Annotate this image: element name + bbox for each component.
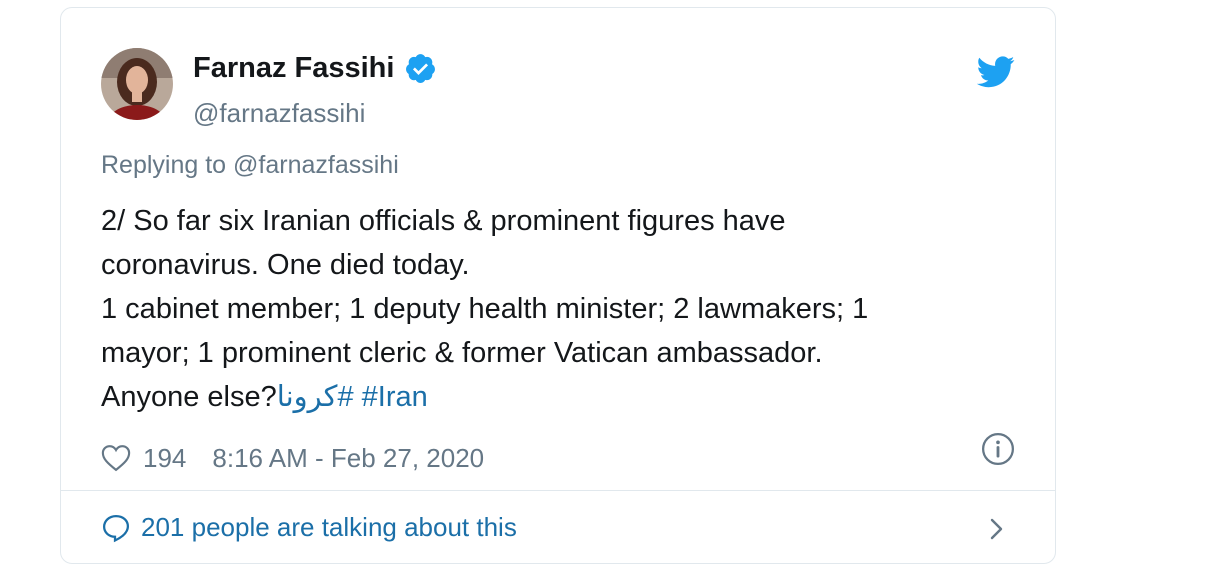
author-display-name[interactable]: Farnaz Fassihi: [193, 52, 394, 85]
hashtag-link[interactable]: #Iran: [362, 381, 428, 413]
tweet-text-line: coronavirus. One died today.: [101, 249, 470, 281]
timestamp-link[interactable]: 8:16 AM - Feb 27, 2020: [212, 443, 484, 474]
replying-to: Replying to @farnazfassihi: [101, 151, 399, 180]
tweet-text-line: mayor; 1 prominent cleric & former Vatic…: [101, 337, 823, 369]
divider: [61, 490, 1055, 491]
info-icon[interactable]: [981, 432, 1015, 466]
avatar[interactable]: [101, 48, 173, 120]
conversation-link[interactable]: 201 people are talking about this: [101, 512, 517, 543]
talking-about-count: 201 people are talking about this: [141, 512, 517, 542]
chevron-right-icon[interactable]: [985, 514, 1009, 544]
tweet-text-tail: Anyone else?: [101, 381, 277, 413]
tweet-text: 2/ So far six Iranian officials & promin…: [101, 199, 981, 419]
hashtag-link[interactable]: #كرونا: [277, 381, 354, 413]
author-name-row: Farnaz Fassihi: [193, 52, 437, 85]
tweet-text-line: 1 cabinet member; 1 deputy health minist…: [101, 293, 869, 325]
tweet-text-line-last: Anyone else?#كرونا #Iran: [101, 375, 981, 419]
twitter-bird-icon[interactable]: [976, 56, 1015, 88]
verified-badge-icon: [404, 52, 437, 85]
like-button[interactable]: 194: [101, 443, 212, 474]
replying-to-mention[interactable]: @farnazfassihi: [233, 151, 399, 179]
speech-bubble-icon: [102, 514, 130, 542]
like-count: 194: [143, 442, 187, 473]
tweet-card: Farnaz Fassihi @farnazfassihi Replying t…: [60, 7, 1056, 564]
tweet-meta: 194 8:16 AM - Feb 27, 2020: [101, 438, 484, 478]
author-handle[interactable]: @farnazfassihi: [193, 98, 365, 129]
heart-icon: [101, 445, 131, 472]
tweet-header: Farnaz Fassihi @farnazfassihi: [101, 46, 1015, 128]
tweet-text-line: 2/ So far six Iranian officials & promin…: [101, 205, 786, 237]
replying-prefix: Replying to: [101, 151, 227, 179]
